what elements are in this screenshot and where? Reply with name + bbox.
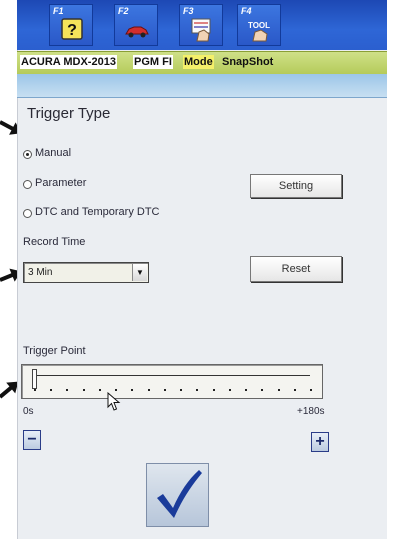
slider-tick [261, 389, 264, 391]
pointer-arrow-trigger-type [0, 120, 17, 133]
slider-thumb[interactable] [32, 369, 37, 389]
f2-label: F2 [118, 6, 129, 16]
slider-min-label: 0s [23, 406, 34, 417]
slider-tick [245, 389, 248, 391]
slider-tick [228, 389, 231, 391]
slider-tick [98, 389, 101, 391]
radio-label-parameter: Parameter [35, 177, 87, 189]
radio-label-dtc: DTC and Temporary DTC [35, 206, 160, 218]
pointer-arrow-record-time [0, 271, 17, 282]
mode-label: Mode [183, 55, 214, 69]
record-time-label: Record Time [23, 236, 86, 248]
slider-track [34, 375, 310, 376]
slider-tick [82, 389, 85, 391]
scan-tool-screen: F1 ? F2 F3 F4 TOOL ACURA MDX-2013 PGM FI… [17, 0, 387, 539]
dropdown-arrow-icon[interactable]: ▼ [132, 264, 147, 281]
trigger-point-label: Trigger Point [23, 345, 86, 357]
system-name: PGM FI [133, 55, 173, 69]
slider-tick [196, 389, 199, 391]
f4-label: F4 [241, 6, 252, 16]
slider-tick [115, 389, 118, 391]
svg-text:?: ? [67, 22, 77, 39]
slider-tick [310, 389, 312, 391]
mouse-cursor-icon [107, 392, 121, 411]
trigger-point-slider[interactable] [21, 364, 323, 399]
record-time-value: 3 Min [28, 267, 53, 278]
slider-tick [147, 389, 150, 391]
f2-vehicle-button[interactable]: F2 [114, 4, 158, 46]
slider-tick [212, 389, 215, 391]
function-name: SnapShot [222, 56, 274, 68]
slider-tick [163, 389, 166, 391]
pointer-arrow-trigger-point [0, 383, 16, 399]
confirm-button[interactable] [146, 463, 209, 527]
slider-tick [66, 389, 69, 391]
slider-tick [277, 389, 280, 391]
car-icon [125, 26, 149, 38]
tool-hand-icon: TOOL [248, 21, 270, 42]
header-band [17, 74, 387, 98]
f3-label: F3 [183, 6, 194, 16]
vehicle-name: ACURA MDX-2013 [20, 55, 117, 69]
record-time-select[interactable]: 3 Min ▼ [23, 262, 149, 283]
help-question-icon: ? [61, 18, 83, 40]
f3-data-list-button[interactable]: F3 [179, 4, 223, 46]
slider-tick [34, 389, 36, 391]
function-key-bar: F1 ? F2 F3 F4 TOOL [17, 0, 387, 50]
f1-help-button[interactable]: F1 ? [49, 4, 93, 46]
slider-tick [180, 389, 183, 391]
f1-label: F1 [53, 6, 64, 16]
slider-max-label: +180s [297, 406, 325, 417]
plus-icon[interactable]: + [311, 432, 329, 452]
vehicle-title-bar: ACURA MDX-2013 PGM FI Mode SnapShot [17, 51, 387, 75]
checkmark-icon [157, 470, 202, 518]
setting-button[interactable]: Setting [250, 174, 342, 198]
radio-button-dtc[interactable] [23, 209, 32, 218]
data-list-hand-icon [191, 18, 211, 42]
radio-button-manual[interactable] [23, 150, 32, 159]
minus-icon[interactable]: − [23, 430, 41, 450]
f4-tool-button[interactable]: F4 TOOL [237, 4, 281, 46]
slider-tick [131, 389, 134, 391]
radio-button-parameter[interactable] [23, 180, 32, 189]
reset-button[interactable]: Reset [250, 256, 342, 282]
slider-tick [50, 389, 53, 391]
slider-tick [293, 389, 296, 391]
trigger-type-heading: Trigger Type [27, 105, 111, 122]
radio-label-manual: Manual [35, 147, 72, 159]
svg-text:TOOL: TOOL [248, 21, 270, 30]
